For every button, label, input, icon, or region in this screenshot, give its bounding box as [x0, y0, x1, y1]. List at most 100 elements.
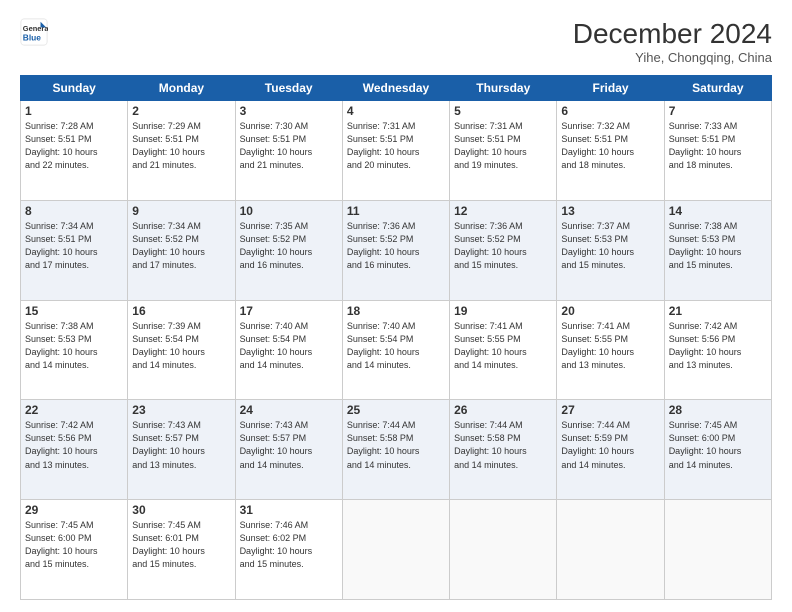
calendar-header-row: Sunday Monday Tuesday Wednesday Thursday… [21, 76, 772, 101]
day-cell: 2 Sunrise: 7:29 AMSunset: 5:51 PMDaylight… [128, 101, 235, 201]
logo-icon: General Blue [20, 18, 48, 46]
day-info: Sunrise: 7:42 AMSunset: 5:56 PMDaylight:… [25, 419, 123, 471]
calendar: Sunday Monday Tuesday Wednesday Thursday… [20, 75, 772, 600]
day-cell: 20Sunrise: 7:41 AMSunset: 5:55 PMDayligh… [557, 300, 664, 400]
day-info: Sunrise: 7:41 AMSunset: 5:55 PMDaylight:… [454, 320, 552, 372]
day-info: Sunrise: 7:31 AMSunset: 5:51 PMDaylight:… [347, 120, 445, 172]
day-info: Sunrise: 7:38 AMSunset: 5:53 PMDaylight:… [25, 320, 123, 372]
col-thursday: Thursday [450, 76, 557, 101]
day-number: 7 [669, 104, 767, 118]
day-number: 22 [25, 403, 123, 417]
logo: General Blue [20, 18, 48, 46]
day-number: 23 [132, 403, 230, 417]
day-number: 5 [454, 104, 552, 118]
day-info: Sunrise: 7:46 AMSunset: 6:02 PMDaylight:… [240, 519, 338, 571]
week-row-1: 1 Sunrise: 7:28 AMSunset: 5:51 PMDaylight… [21, 101, 772, 201]
week-row-2: 8 Sunrise: 7:34 AMSunset: 5:51 PMDaylight… [21, 200, 772, 300]
day-cell: 25Sunrise: 7:44 AMSunset: 5:58 PMDayligh… [342, 400, 449, 500]
day-number: 3 [240, 104, 338, 118]
svg-text:Blue: Blue [23, 32, 41, 42]
day-number: 27 [561, 403, 659, 417]
day-cell: 8 Sunrise: 7:34 AMSunset: 5:51 PMDaylight… [21, 200, 128, 300]
day-info: Sunrise: 7:44 AMSunset: 5:58 PMDaylight:… [347, 419, 445, 471]
day-info: Sunrise: 7:36 AMSunset: 5:52 PMDaylight:… [454, 220, 552, 272]
day-info: Sunrise: 7:32 AMSunset: 5:51 PMDaylight:… [561, 120, 659, 172]
day-number: 17 [240, 304, 338, 318]
day-info: Sunrise: 7:29 AMSunset: 5:51 PMDaylight:… [132, 120, 230, 172]
col-sunday: Sunday [21, 76, 128, 101]
day-cell: 24Sunrise: 7:43 AMSunset: 5:57 PMDayligh… [235, 400, 342, 500]
day-cell: 16 Sunrise: 7:39 AMSunset: 5:54 PMDayligh… [128, 300, 235, 400]
day-info: Sunrise: 7:36 AMSunset: 5:52 PMDaylight:… [347, 220, 445, 272]
day-cell: 6Sunrise: 7:32 AMSunset: 5:51 PMDaylight… [557, 101, 664, 201]
day-number: 15 [25, 304, 123, 318]
day-info: Sunrise: 7:45 AMSunset: 6:00 PMDaylight:… [25, 519, 123, 571]
day-info: Sunrise: 7:28 AMSunset: 5:51 PMDaylight:… [25, 120, 123, 172]
week-row-4: 22 Sunrise: 7:42 AMSunset: 5:56 PMDayligh… [21, 400, 772, 500]
day-number: 9 [132, 204, 230, 218]
day-cell: 26Sunrise: 7:44 AMSunset: 5:58 PMDayligh… [450, 400, 557, 500]
day-cell [342, 500, 449, 600]
day-cell: 23 Sunrise: 7:43 AMSunset: 5:57 PMDayligh… [128, 400, 235, 500]
day-cell: 21 Sunrise: 7:42 AMSunset: 5:56 PMDayligh… [664, 300, 771, 400]
col-wednesday: Wednesday [342, 76, 449, 101]
day-cell: 7 Sunrise: 7:33 AMSunset: 5:51 PMDaylight… [664, 101, 771, 201]
location: Yihe, Chongqing, China [573, 50, 772, 65]
day-cell: 17Sunrise: 7:40 AMSunset: 5:54 PMDayligh… [235, 300, 342, 400]
day-number: 30 [132, 503, 230, 517]
day-info: Sunrise: 7:43 AMSunset: 5:57 PMDaylight:… [132, 419, 230, 471]
day-number: 19 [454, 304, 552, 318]
day-info: Sunrise: 7:34 AMSunset: 5:51 PMDaylight:… [25, 220, 123, 272]
day-cell: 12 Sunrise: 7:36 AMSunset: 5:52 PMDayligh… [450, 200, 557, 300]
day-cell: 5 Sunrise: 7:31 AMSunset: 5:51 PMDaylight… [450, 101, 557, 201]
day-info: Sunrise: 7:45 AMSunset: 6:00 PMDaylight:… [669, 419, 767, 471]
day-cell: 9 Sunrise: 7:34 AMSunset: 5:52 PMDaylight… [128, 200, 235, 300]
day-cell: 31 Sunrise: 7:46 AMSunset: 6:02 PMDayligh… [235, 500, 342, 600]
day-number: 1 [25, 104, 123, 118]
day-cell [450, 500, 557, 600]
day-cell: 28 Sunrise: 7:45 AMSunset: 6:00 PMDayligh… [664, 400, 771, 500]
day-number: 31 [240, 503, 338, 517]
day-cell: 15 Sunrise: 7:38 AMSunset: 5:53 PMDayligh… [21, 300, 128, 400]
day-cell: 14 Sunrise: 7:38 AMSunset: 5:53 PMDayligh… [664, 200, 771, 300]
col-saturday: Saturday [664, 76, 771, 101]
day-info: Sunrise: 7:34 AMSunset: 5:52 PMDaylight:… [132, 220, 230, 272]
day-info: Sunrise: 7:45 AMSunset: 6:01 PMDaylight:… [132, 519, 230, 571]
day-number: 13 [561, 204, 659, 218]
day-number: 18 [347, 304, 445, 318]
day-cell: 19 Sunrise: 7:41 AMSunset: 5:55 PMDayligh… [450, 300, 557, 400]
day-number: 2 [132, 104, 230, 118]
day-info: Sunrise: 7:38 AMSunset: 5:53 PMDaylight:… [669, 220, 767, 272]
day-info: Sunrise: 7:44 AMSunset: 5:59 PMDaylight:… [561, 419, 659, 471]
day-number: 11 [347, 204, 445, 218]
day-cell: 27 Sunrise: 7:44 AMSunset: 5:59 PMDayligh… [557, 400, 664, 500]
month-title: December 2024 [573, 18, 772, 50]
day-info: Sunrise: 7:33 AMSunset: 5:51 PMDaylight:… [669, 120, 767, 172]
day-number: 21 [669, 304, 767, 318]
day-info: Sunrise: 7:39 AMSunset: 5:54 PMDaylight:… [132, 320, 230, 372]
day-number: 8 [25, 204, 123, 218]
day-info: Sunrise: 7:37 AMSunset: 5:53 PMDaylight:… [561, 220, 659, 272]
day-cell: 10Sunrise: 7:35 AMSunset: 5:52 PMDayligh… [235, 200, 342, 300]
day-cell: 22 Sunrise: 7:42 AMSunset: 5:56 PMDayligh… [21, 400, 128, 500]
day-cell: 13 Sunrise: 7:37 AMSunset: 5:53 PMDayligh… [557, 200, 664, 300]
day-cell: 11 Sunrise: 7:36 AMSunset: 5:52 PMDayligh… [342, 200, 449, 300]
day-number: 26 [454, 403, 552, 417]
day-number: 14 [669, 204, 767, 218]
day-number: 12 [454, 204, 552, 218]
page: General Blue December 2024 Yihe, Chongqi… [0, 0, 792, 612]
day-number: 28 [669, 403, 767, 417]
col-friday: Friday [557, 76, 664, 101]
day-info: Sunrise: 7:30 AMSunset: 5:51 PMDaylight:… [240, 120, 338, 172]
day-number: 29 [25, 503, 123, 517]
week-row-5: 29 Sunrise: 7:45 AMSunset: 6:00 PMDayligh… [21, 500, 772, 600]
day-info: Sunrise: 7:40 AMSunset: 5:54 PMDaylight:… [347, 320, 445, 372]
day-number: 10 [240, 204, 338, 218]
week-row-3: 15 Sunrise: 7:38 AMSunset: 5:53 PMDayligh… [21, 300, 772, 400]
day-info: Sunrise: 7:41 AMSunset: 5:55 PMDaylight:… [561, 320, 659, 372]
day-number: 16 [132, 304, 230, 318]
day-cell: 4Sunrise: 7:31 AMSunset: 5:51 PMDaylight… [342, 101, 449, 201]
day-info: Sunrise: 7:31 AMSunset: 5:51 PMDaylight:… [454, 120, 552, 172]
day-info: Sunrise: 7:42 AMSunset: 5:56 PMDaylight:… [669, 320, 767, 372]
day-cell [557, 500, 664, 600]
